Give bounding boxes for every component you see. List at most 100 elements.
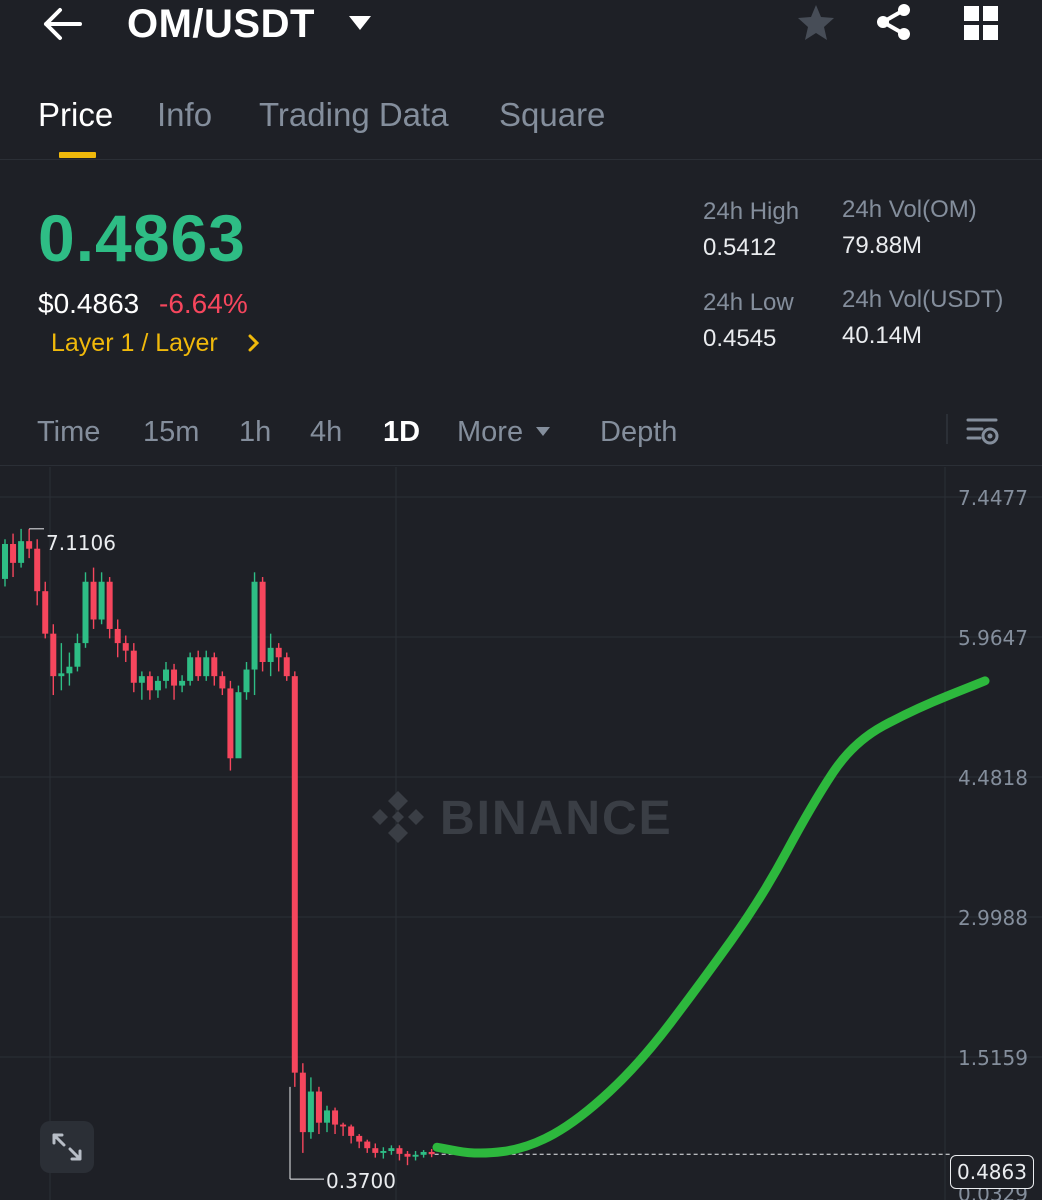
- more-caret-down-icon[interactable]: [535, 426, 551, 437]
- candle-body: [404, 1153, 411, 1157]
- y-axis-tick: 1.5159: [958, 1046, 1028, 1070]
- category-tag-link[interactable]: Layer 1 / Layer: [51, 329, 218, 358]
- candle-body: [130, 650, 137, 683]
- candle-body: [42, 591, 49, 634]
- candle-body: [324, 1110, 330, 1123]
- interval-15m[interactable]: 15m: [143, 416, 199, 449]
- expand-chart-button[interactable]: [40, 1121, 94, 1173]
- tab-price[interactable]: Price: [38, 96, 113, 134]
- section-tabs: Price Info Trading Data Square: [0, 90, 1042, 160]
- interval-divider: [946, 414, 948, 444]
- stat-high-label: 24h High: [703, 198, 800, 225]
- candle-body: [412, 1154, 419, 1157]
- candle-body: [219, 676, 226, 689]
- candle-body: [235, 692, 242, 759]
- expand-icon: [52, 1133, 82, 1161]
- candle-body: [34, 548, 41, 592]
- candle-body: [299, 1072, 306, 1133]
- candle-body: [66, 666, 73, 674]
- chart-settings-icon[interactable]: [966, 416, 1000, 446]
- candle-body: [227, 688, 234, 759]
- tab-square[interactable]: Square: [499, 96, 605, 134]
- candle-body: [315, 1091, 322, 1123]
- interval-bar: Time 15m 1h 4h 1D More Depth: [0, 400, 1042, 466]
- candle-body: [267, 647, 274, 662]
- tab-info[interactable]: Info: [157, 96, 212, 134]
- top-bar: OM/USDT: [0, 0, 1042, 56]
- stat-vol-base-value: 79.88M: [842, 232, 923, 259]
- candle-body: [106, 581, 113, 629]
- y-axis-tick: 7.4477: [958, 486, 1028, 510]
- candle-body: [2, 543, 8, 579]
- interval-4h[interactable]: 4h: [310, 416, 342, 449]
- y-axis-tick: 4.4818: [958, 766, 1028, 790]
- candle-body: [187, 657, 194, 681]
- candle-body: [275, 647, 282, 658]
- candle-body: [26, 541, 33, 549]
- stat-low-label: 24h Low: [703, 289, 794, 316]
- candle-body: [259, 581, 266, 662]
- stat-vol-quote-label: 24h Vol(USDT): [842, 286, 1004, 313]
- stat-vol-quote-value: 40.14M: [842, 322, 923, 349]
- y-axis-tick: 5.9647: [958, 626, 1028, 650]
- candle-body: [171, 669, 178, 686]
- stat-vol-base-label: 24h Vol(OM): [842, 196, 977, 223]
- candle-body: [98, 581, 105, 620]
- watermark-text: BINANCE: [440, 792, 673, 845]
- candle-body: [332, 1110, 339, 1125]
- interval-more[interactable]: More: [457, 416, 523, 449]
- current-price-tag: 0.4863: [950, 1155, 1034, 1189]
- last-price: 0.4863: [38, 201, 246, 275]
- pair-title[interactable]: OM/USDT: [127, 2, 315, 47]
- candle-body: [388, 1148, 395, 1152]
- candle-body: [146, 676, 153, 691]
- candle-body: [420, 1151, 427, 1155]
- chevron-right-icon[interactable]: [246, 331, 262, 355]
- min-price-annotation: 0.3700: [326, 1169, 396, 1193]
- interval-1h[interactable]: 1h: [239, 416, 271, 449]
- interval-depth[interactable]: Depth: [600, 416, 677, 449]
- grid-menu-icon[interactable]: [962, 4, 1000, 42]
- candle-body: [10, 543, 17, 563]
- candle-body: [307, 1091, 314, 1133]
- candle-body: [163, 669, 169, 681]
- candle-body: [203, 657, 210, 677]
- share-icon[interactable]: [874, 2, 914, 42]
- back-arrow-icon[interactable]: [40, 4, 84, 44]
- candle-body: [291, 676, 298, 1073]
- star-icon[interactable]: [796, 2, 836, 42]
- candle-body: [348, 1126, 355, 1136]
- candle-body: [195, 657, 202, 677]
- candle-body: [82, 581, 89, 644]
- candle-body: [114, 628, 121, 644]
- candle-body: [283, 657, 290, 677]
- candle-body: [154, 680, 161, 691]
- candle-body: [396, 1148, 403, 1154]
- candle-body: [74, 643, 81, 667]
- candle-body: [90, 581, 97, 620]
- interval-time[interactable]: Time: [37, 416, 100, 449]
- y-axis-tick: 2.9988: [958, 906, 1028, 930]
- candle-body: [50, 633, 57, 677]
- candle-body: [179, 680, 186, 686]
- tab-trading-data[interactable]: Trading Data: [259, 96, 449, 134]
- stat-high-value: 0.5412: [703, 234, 777, 261]
- usd-price: $0.4863: [38, 288, 140, 319]
- candle-body: [251, 581, 258, 670]
- candle-body: [380, 1151, 387, 1153]
- candle-body: [340, 1124, 347, 1127]
- candle-body: [138, 676, 145, 683]
- candle-body: [58, 673, 65, 677]
- max-price-annotation: 7.1106: [46, 531, 116, 555]
- interval-1d[interactable]: 1D: [383, 416, 420, 449]
- candle-body: [428, 1151, 435, 1155]
- candle-body: [122, 643, 129, 651]
- caret-down-icon[interactable]: [348, 14, 372, 32]
- price-chart[interactable]: BINANCE 7.4477 5.9647 4.4818 2.9988 1.51…: [0, 467, 1042, 1200]
- candle-body: [211, 657, 218, 677]
- candle-body: [356, 1135, 363, 1142]
- price-change-percent: -6.64%: [159, 288, 248, 319]
- candle-body: [18, 541, 25, 563]
- candle-body: [364, 1141, 371, 1149]
- candle-body: [243, 669, 250, 693]
